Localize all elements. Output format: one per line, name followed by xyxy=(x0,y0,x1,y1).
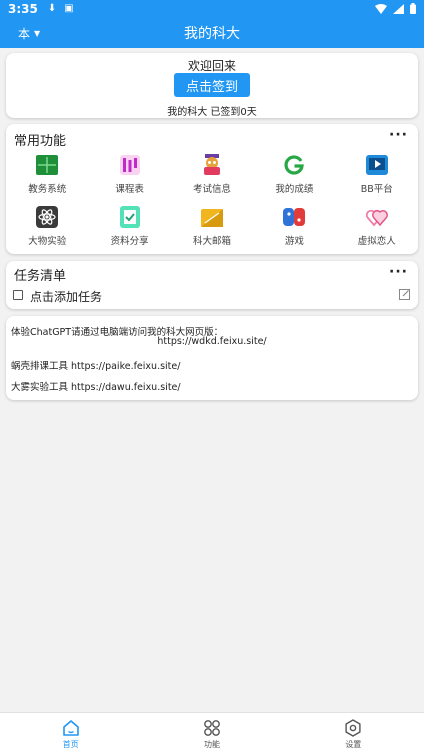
feature-academic-system[interactable]: 教务系统 xyxy=(6,150,88,202)
grid-table-icon xyxy=(36,154,59,176)
sign-in-status: 我的科大 已签到0天 xyxy=(167,107,257,118)
battery-icon xyxy=(410,3,416,14)
feature-virtual-lover[interactable]: 虚拟恋人 xyxy=(336,202,418,254)
video-play-icon xyxy=(365,154,388,176)
hearts-icon xyxy=(365,206,388,228)
status-bar: 3:35 ⬇ ▣ xyxy=(0,0,424,17)
nav-settings[interactable]: 设置 xyxy=(283,713,424,753)
feature-label: 资料分享 xyxy=(110,236,149,247)
edit-icon[interactable] xyxy=(399,289,410,300)
apps-icon xyxy=(204,720,220,736)
lab-tool-link[interactable]: 大雾实验工具 https://dawu.feixu.site/ xyxy=(11,379,181,393)
feature-university-mail[interactable]: 科大邮箱 xyxy=(171,202,253,254)
feature-my-grades[interactable]: 我的成绩 xyxy=(253,150,335,202)
app-bar: 本 ▼ 我的科大 xyxy=(0,17,424,48)
task-list-card: 任务清单 ··· 点击添加任务 xyxy=(6,261,418,309)
feature-games[interactable]: 游戏 xyxy=(253,202,335,254)
schedule-icon xyxy=(119,154,141,176)
web-version-link[interactable]: https://wdkd.feixu.site/ xyxy=(6,336,418,347)
feature-label: 科大邮箱 xyxy=(192,236,231,247)
feature-timetable[interactable]: 课程表 xyxy=(88,150,170,202)
feature-resource-share[interactable]: 资料分享 xyxy=(88,202,170,254)
home-icon xyxy=(62,720,79,736)
feature-label: 考试信息 xyxy=(192,184,231,195)
nav-label: 功能 xyxy=(203,740,220,749)
add-task-button[interactable]: 点击添加任务 xyxy=(30,288,102,305)
mail-folder-icon xyxy=(200,206,223,228)
welcome-text: 欢迎回来 xyxy=(187,59,236,73)
atom-icon xyxy=(36,206,59,228)
feature-label: BB平台 xyxy=(360,184,393,195)
wifi-icon xyxy=(375,3,387,14)
settings-gear-icon xyxy=(345,719,361,737)
features-grid: 教务系统 课程表 考试信息 我的成绩 BB平台 大物实验 资料分享 科大邮箱 游… xyxy=(6,150,418,254)
info-card: 体验ChatGPT请通过电脑端访问我的科大网页版： https://wdkd.f… xyxy=(6,316,418,400)
game-controller-icon xyxy=(283,206,306,228)
nav-label: 首页 xyxy=(62,740,79,749)
course-tool-link[interactable]: 蜗壳排课工具 https://paike.feixu.site/ xyxy=(11,358,180,372)
feature-label: 课程表 xyxy=(115,184,144,195)
bottom-nav: 首页 功能 设置 xyxy=(0,712,424,753)
nav-functions[interactable]: 功能 xyxy=(141,713,282,753)
nav-home[interactable]: 首页 xyxy=(0,713,141,753)
page-title: 我的科大 xyxy=(184,26,240,42)
tasks-title: 任务清单 xyxy=(14,269,67,284)
features-title: 常用功能 xyxy=(14,134,67,149)
status-time: 3:35 xyxy=(8,1,38,16)
feature-label: 教务系统 xyxy=(28,184,67,195)
feature-label: 大物实验 xyxy=(28,236,67,247)
download-icon: ⬇ xyxy=(47,3,57,14)
feature-exam-info[interactable]: 考试信息 xyxy=(171,150,253,202)
features-more-button[interactable]: ··· xyxy=(389,127,408,143)
exam-owl-icon xyxy=(201,154,223,176)
feature-label: 游戏 xyxy=(284,236,304,247)
grade-g-icon xyxy=(283,154,305,176)
welcome-card: 欢迎回来 点击签到 我的科大 已签到0天 xyxy=(6,53,418,118)
document-check-icon xyxy=(119,206,141,228)
feature-bb-platform[interactable]: BB平台 xyxy=(336,150,418,202)
nav-label: 设置 xyxy=(345,740,362,749)
sign-in-button[interactable]: 点击签到 xyxy=(174,73,250,97)
notification-a-icon: ▣ xyxy=(64,3,74,14)
task-checkbox[interactable] xyxy=(13,290,23,300)
features-card: 常用功能 ··· 教务系统 课程表 考试信息 我的成绩 BB平台 大物实验 资料… xyxy=(6,124,418,254)
signal-icon xyxy=(393,3,404,14)
feature-label: 我的成绩 xyxy=(275,184,314,195)
feature-label: 虚拟恋人 xyxy=(357,236,396,247)
tasks-more-button[interactable]: ··· xyxy=(389,264,408,280)
feature-physics-lab[interactable]: 大物实验 xyxy=(6,202,88,254)
